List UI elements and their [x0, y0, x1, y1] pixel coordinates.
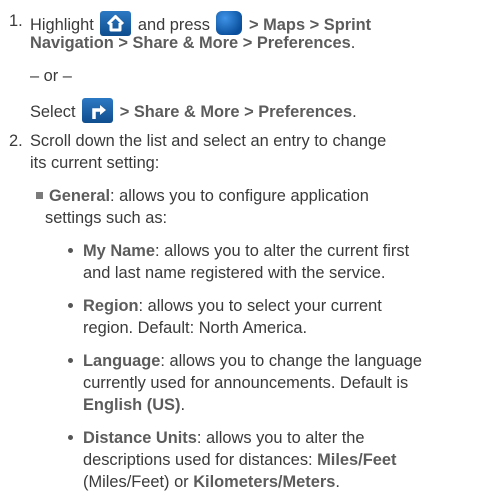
square-bullet-icon — [36, 192, 43, 199]
or-separator: – or – — [30, 67, 72, 85]
my-name-line-2: and last name registered with the servic… — [83, 264, 386, 282]
region-line-1: Region: allows you to select your curren… — [68, 296, 382, 316]
step-1-line-3: Select > Share & More > Preferences. — [30, 98, 357, 123]
turn-arrow-icon — [82, 98, 114, 123]
step-number: 2. — [9, 132, 23, 150]
round-bullet-icon — [68, 248, 73, 253]
region-line-2: region. Default: North America. — [83, 319, 308, 337]
language-line-1: Language: allows you to change the langu… — [68, 351, 422, 371]
round-bullet-icon — [68, 435, 73, 440]
general-line-1: General: allows you to configure applica… — [36, 186, 369, 206]
distance-units-line-2: descriptions used for distances: Miles/F… — [83, 451, 397, 469]
menu-key-icon — [216, 11, 243, 35]
language-line-3: English (US). — [83, 396, 185, 414]
step-2-line-2: its current setting: — [30, 154, 160, 172]
general-line-2: settings such as: — [45, 209, 168, 227]
distance-units-line-1: Distance Units: allows you to alter the — [68, 428, 365, 448]
step-2-line-1: Scroll down the list and select an entry… — [30, 132, 387, 150]
round-bullet-icon — [68, 358, 73, 363]
round-bullet-icon — [68, 303, 73, 308]
distance-units-line-3: (Miles/Feet) or Kilometers/Meters. — [83, 473, 340, 491]
step-1-line-2: Navigation > Share & More > Preferences. — [30, 34, 356, 52]
my-name-line-1: My Name: allows you to alter the current… — [68, 241, 409, 261]
language-line-2: currently used for announcements. Defaul… — [83, 374, 409, 392]
step-number: 1. — [9, 12, 23, 30]
